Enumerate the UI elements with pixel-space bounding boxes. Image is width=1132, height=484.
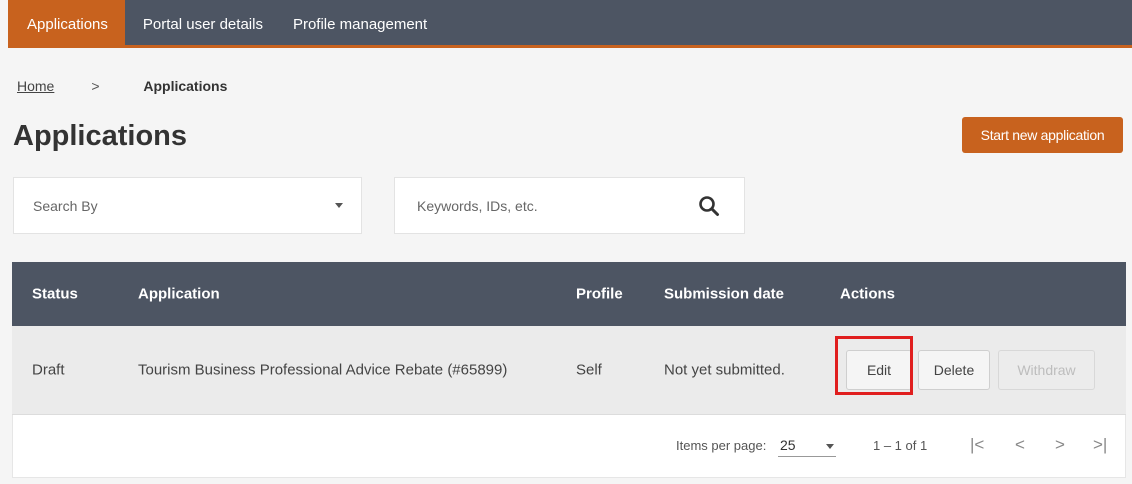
items-per-page-label: Items per page:: [676, 438, 767, 453]
nav-underline: [8, 45, 1132, 48]
first-page-icon[interactable]: |<: [970, 435, 984, 455]
last-page-icon[interactable]: >|: [1093, 435, 1107, 455]
previous-page-icon[interactable]: <: [1015, 435, 1025, 455]
start-new-application-button[interactable]: Start new application: [962, 117, 1123, 153]
items-per-page-select[interactable]: 25: [778, 434, 836, 457]
delete-button[interactable]: Delete: [918, 350, 990, 390]
search-by-dropdown[interactable]: Search By: [13, 177, 362, 234]
header-status: Status: [32, 285, 78, 303]
applications-table: Status Application Profile Submission da…: [12, 262, 1126, 478]
breadcrumb-home-link[interactable]: Home: [17, 78, 54, 94]
withdraw-button: Withdraw: [998, 350, 1095, 390]
search-by-label: Search By: [33, 197, 98, 214]
keyword-search-box: [394, 177, 745, 234]
tab-applications[interactable]: Applications: [8, 0, 125, 48]
tab-profile-management[interactable]: Profile management: [278, 0, 442, 48]
breadcrumb: Home > Applications: [17, 78, 227, 94]
table-row: Draft Tourism Business Professional Advi…: [12, 326, 1126, 415]
row-status: Draft: [32, 361, 65, 379]
edit-button[interactable]: Edit: [846, 350, 912, 390]
table-pagination: Items per page: 25 1 – 1 of 1 |< < > >|: [12, 415, 1126, 478]
chevron-down-icon: [826, 444, 834, 449]
header-actions: Actions: [840, 285, 896, 303]
row-application: Tourism Business Professional Advice Reb…: [138, 361, 508, 379]
keyword-search-input[interactable]: [415, 196, 698, 215]
header-submission-date: Submission date: [664, 285, 785, 303]
row-submission-date: Not yet submitted.: [664, 361, 785, 379]
next-page-icon[interactable]: >: [1055, 435, 1065, 455]
header-profile: Profile: [576, 285, 623, 303]
page-range: 1 – 1 of 1: [873, 438, 928, 453]
breadcrumb-separator: >: [91, 78, 100, 94]
top-nav: Applications Portal user details Profile…: [8, 0, 1132, 48]
page-title: Applications: [13, 120, 188, 152]
header-application: Application: [138, 285, 220, 303]
breadcrumb-current: Applications: [143, 78, 228, 94]
items-per-page-value: 25: [780, 437, 796, 453]
row-profile: Self: [576, 361, 602, 379]
tab-portal-user-details[interactable]: Portal user details: [125, 0, 278, 48]
table-header: Status Application Profile Submission da…: [12, 262, 1126, 326]
chevron-down-icon: [335, 203, 343, 208]
search-icon[interactable]: [698, 195, 720, 217]
